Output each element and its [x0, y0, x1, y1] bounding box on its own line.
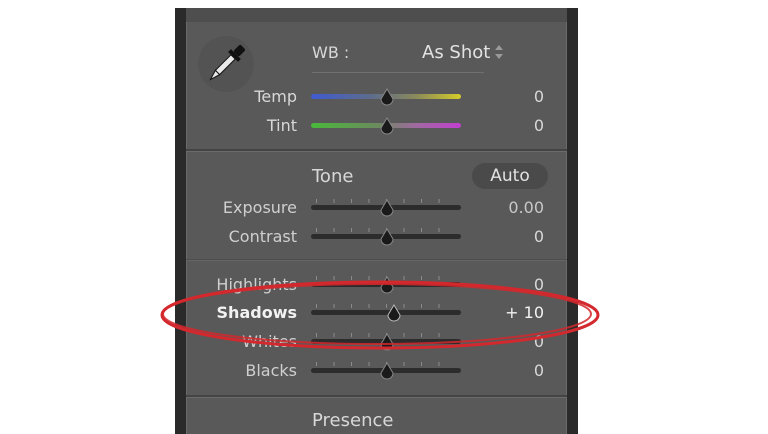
highlights-label: Highlights — [216, 275, 297, 294]
shadows-label: Shadows — [216, 303, 297, 322]
section-divider — [186, 259, 567, 260]
exposure-value[interactable]: 0.00 — [464, 198, 544, 217]
wb-preset-select[interactable]: As Shot — [422, 42, 490, 63]
slider-thumb-icon[interactable] — [379, 88, 395, 106]
slider-thumb-icon[interactable] — [379, 276, 395, 294]
tint-value[interactable]: 0 — [464, 116, 544, 135]
panel-top-edge — [186, 8, 567, 23]
slider-thumb-icon[interactable] — [379, 117, 395, 135]
temp-label: Temp — [254, 87, 297, 106]
slider-thumb-icon[interactable] — [386, 304, 402, 322]
temp-value[interactable]: 0 — [464, 87, 544, 106]
whites-label: Whites — [242, 332, 297, 351]
section-divider — [186, 395, 567, 397]
exposure-label: Exposure — [222, 198, 297, 217]
whites-value[interactable]: 0 — [464, 332, 544, 351]
updown-arrows-icon[interactable] — [493, 42, 505, 62]
white-balance-selector-button[interactable] — [198, 36, 254, 92]
auto-tone-button[interactable]: Auto — [472, 163, 548, 189]
highlights-value[interactable]: 0 — [464, 275, 544, 294]
eyedropper-icon — [209, 45, 245, 81]
blacks-value[interactable]: 0 — [464, 361, 544, 380]
section-divider — [186, 149, 567, 151]
tone-heading: Tone — [312, 166, 354, 187]
wb-label: WB : — [312, 43, 350, 62]
presence-heading: Presence — [312, 410, 394, 431]
contrast-label: Contrast — [228, 227, 297, 246]
slider-thumb-icon[interactable] — [379, 199, 395, 217]
blacks-label: Blacks — [245, 361, 297, 380]
slider-thumb-icon[interactable] — [379, 362, 395, 380]
tint-label: Tint — [266, 116, 297, 135]
wb-underline — [312, 72, 484, 73]
slider-thumb-icon[interactable] — [379, 333, 395, 351]
shadows-value[interactable]: + 10 — [464, 303, 544, 322]
contrast-value[interactable]: 0 — [464, 227, 544, 246]
slider-thumb-icon[interactable] — [379, 228, 395, 246]
